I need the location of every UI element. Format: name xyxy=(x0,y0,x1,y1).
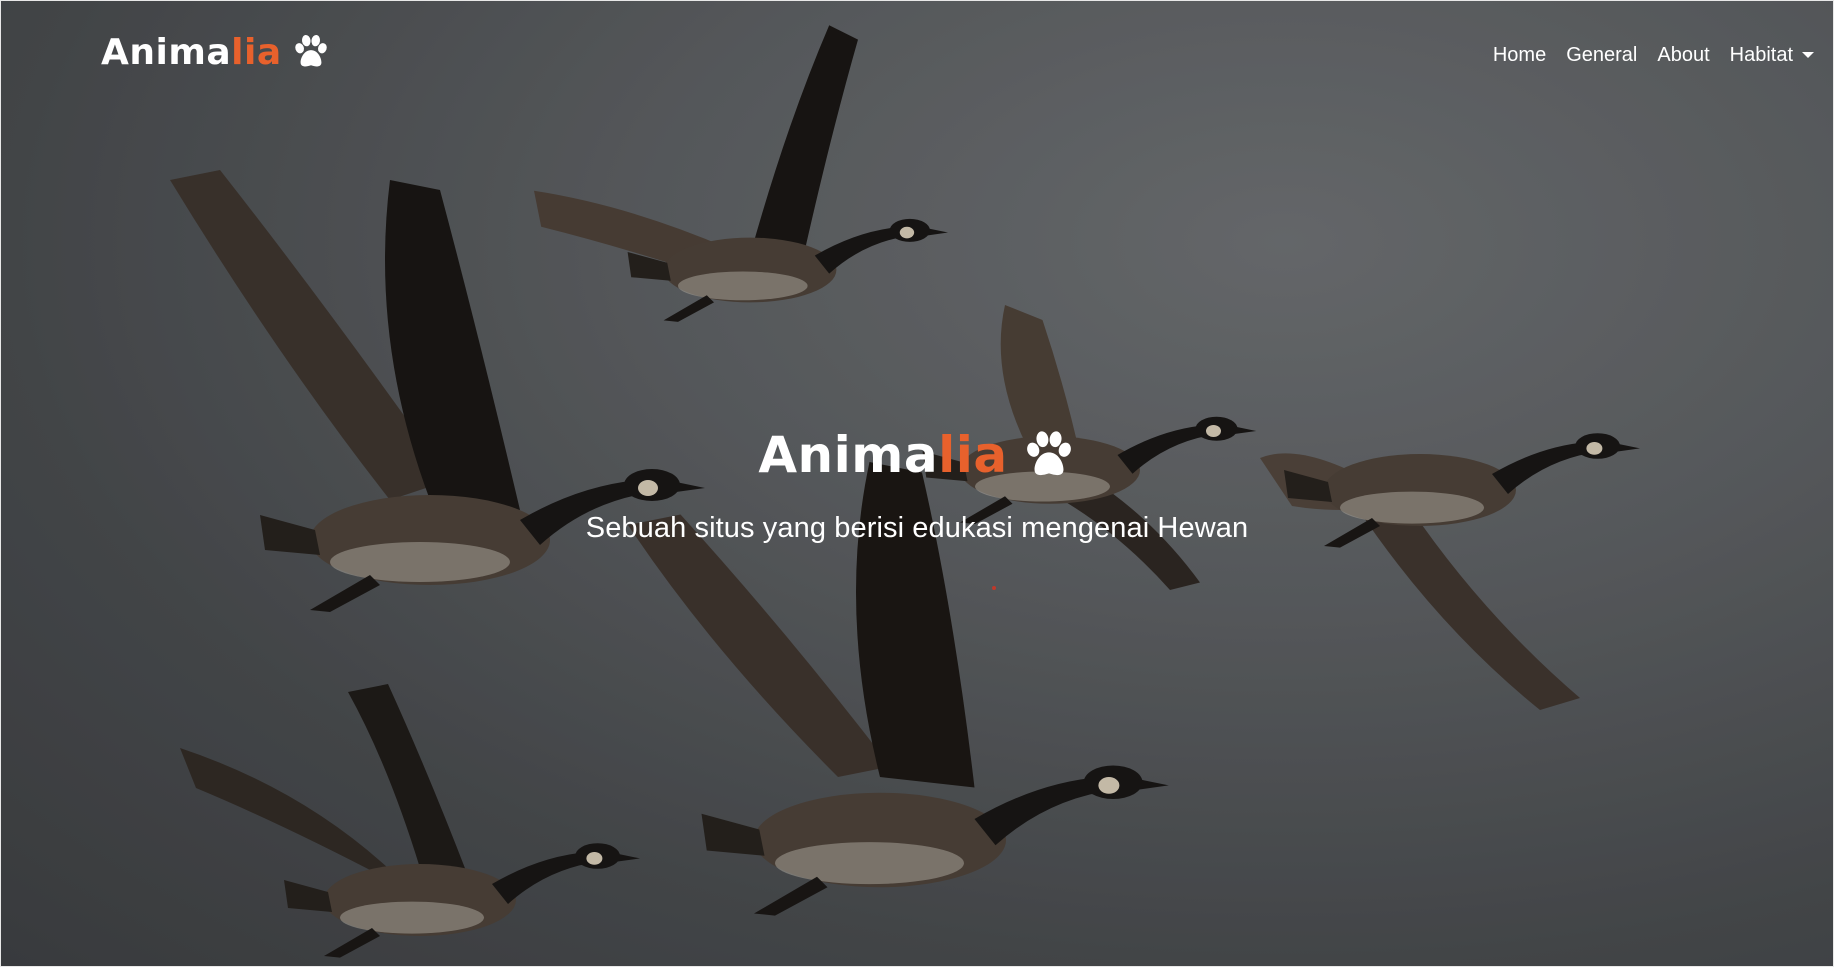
hero-section: Anima lia Home General About Habitat Anim… xyxy=(0,0,1834,967)
hero-title-accent: lia xyxy=(938,426,1008,484)
hero-title: Anima lia xyxy=(758,420,1075,490)
nav-general[interactable]: General xyxy=(1566,44,1637,67)
brand-name-accent: lia xyxy=(231,31,282,73)
paw-icon xyxy=(294,34,327,67)
brand-logo-link[interactable]: Anima lia xyxy=(101,27,330,77)
nav-habitat-dropdown[interactable]: Habitat xyxy=(1730,44,1814,67)
hero-content: Anima lia Sebuah situs yang berisi edukas… xyxy=(0,420,1834,545)
paw-icon xyxy=(1026,431,1071,476)
nav-menu: Home General About Habitat xyxy=(1473,44,1814,67)
brand-name-main: Anima xyxy=(101,31,232,73)
hero-title-main: Anima xyxy=(758,426,939,484)
hero-tagline: Sebuah situs yang berisi edukasi mengena… xyxy=(585,512,1249,544)
nav-about[interactable]: About xyxy=(1657,44,1709,67)
nav-home[interactable]: Home xyxy=(1493,44,1546,67)
navbar: Anima lia Home General About Habitat xyxy=(0,0,1834,105)
nav-habitat-label: Habitat xyxy=(1729,44,1793,66)
caret-down-icon xyxy=(1802,51,1814,58)
cursor-dot xyxy=(992,586,996,590)
